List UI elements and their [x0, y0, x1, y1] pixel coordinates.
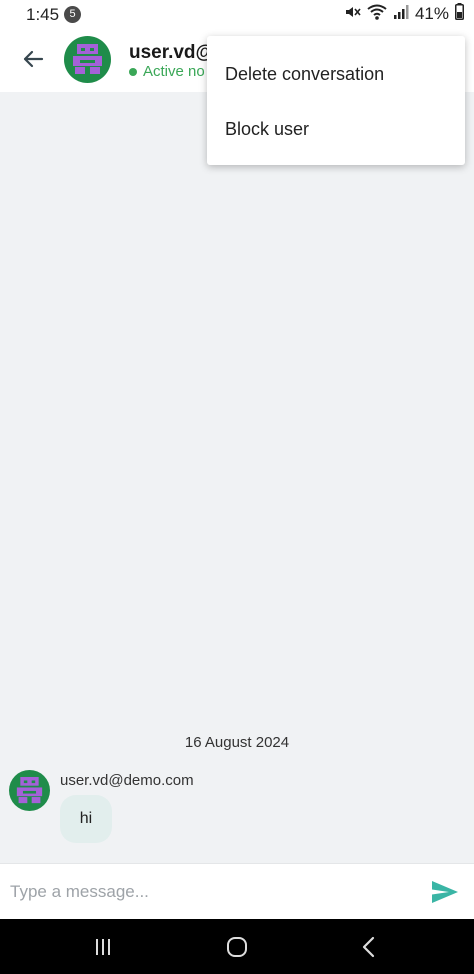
wifi-icon — [367, 3, 387, 26]
presence-status: Active no — [129, 63, 205, 80]
presence-label: Active no — [143, 63, 205, 80]
arrow-left-icon — [23, 50, 44, 68]
message-input[interactable] — [10, 872, 410, 912]
overflow-menu: Delete conversation Block user — [207, 36, 465, 165]
status-bar: 1:45 5 41% — [0, 0, 474, 30]
back-button[interactable] — [18, 44, 48, 74]
message-composer — [0, 863, 474, 919]
date-separator: 16 August 2024 — [184, 734, 290, 751]
message-sender: user.vd@demo.com — [60, 772, 194, 789]
battery-icon — [455, 3, 464, 25]
status-icons: 41% — [343, 3, 464, 26]
robot-avatar-icon — [73, 44, 102, 74]
back-nav-icon — [362, 936, 375, 958]
avatar[interactable] — [64, 36, 111, 83]
signal-icon — [393, 4, 409, 25]
back-nav-button[interactable] — [354, 933, 384, 961]
online-dot-icon — [129, 67, 137, 76]
conversation-user-name: user.vd@ — [129, 42, 215, 63]
message-text: hi — [79, 810, 93, 827]
recents-icon — [96, 939, 110, 955]
recents-button[interactable] — [88, 933, 118, 961]
status-time: 1:45 — [26, 5, 60, 24]
message-list[interactable]: 16 August 2024 user.vd@demo.com hi — [0, 92, 474, 863]
home-icon — [227, 937, 247, 957]
home-button[interactable] — [222, 933, 252, 961]
robot-avatar-icon — [16, 776, 43, 804]
send-icon — [432, 881, 458, 903]
notification-count-badge: 5 — [64, 6, 81, 23]
battery-level: 41% — [414, 4, 449, 23]
system-nav-bar — [0, 919, 474, 974]
block-user-menu-item[interactable]: Block user — [207, 102, 465, 157]
message-avatar[interactable] — [9, 770, 50, 811]
delete-conversation-menu-item[interactable]: Delete conversation — [207, 47, 465, 102]
send-button[interactable] — [430, 878, 460, 906]
message-bubble[interactable]: hi — [60, 795, 112, 843]
mute-icon — [343, 3, 361, 26]
